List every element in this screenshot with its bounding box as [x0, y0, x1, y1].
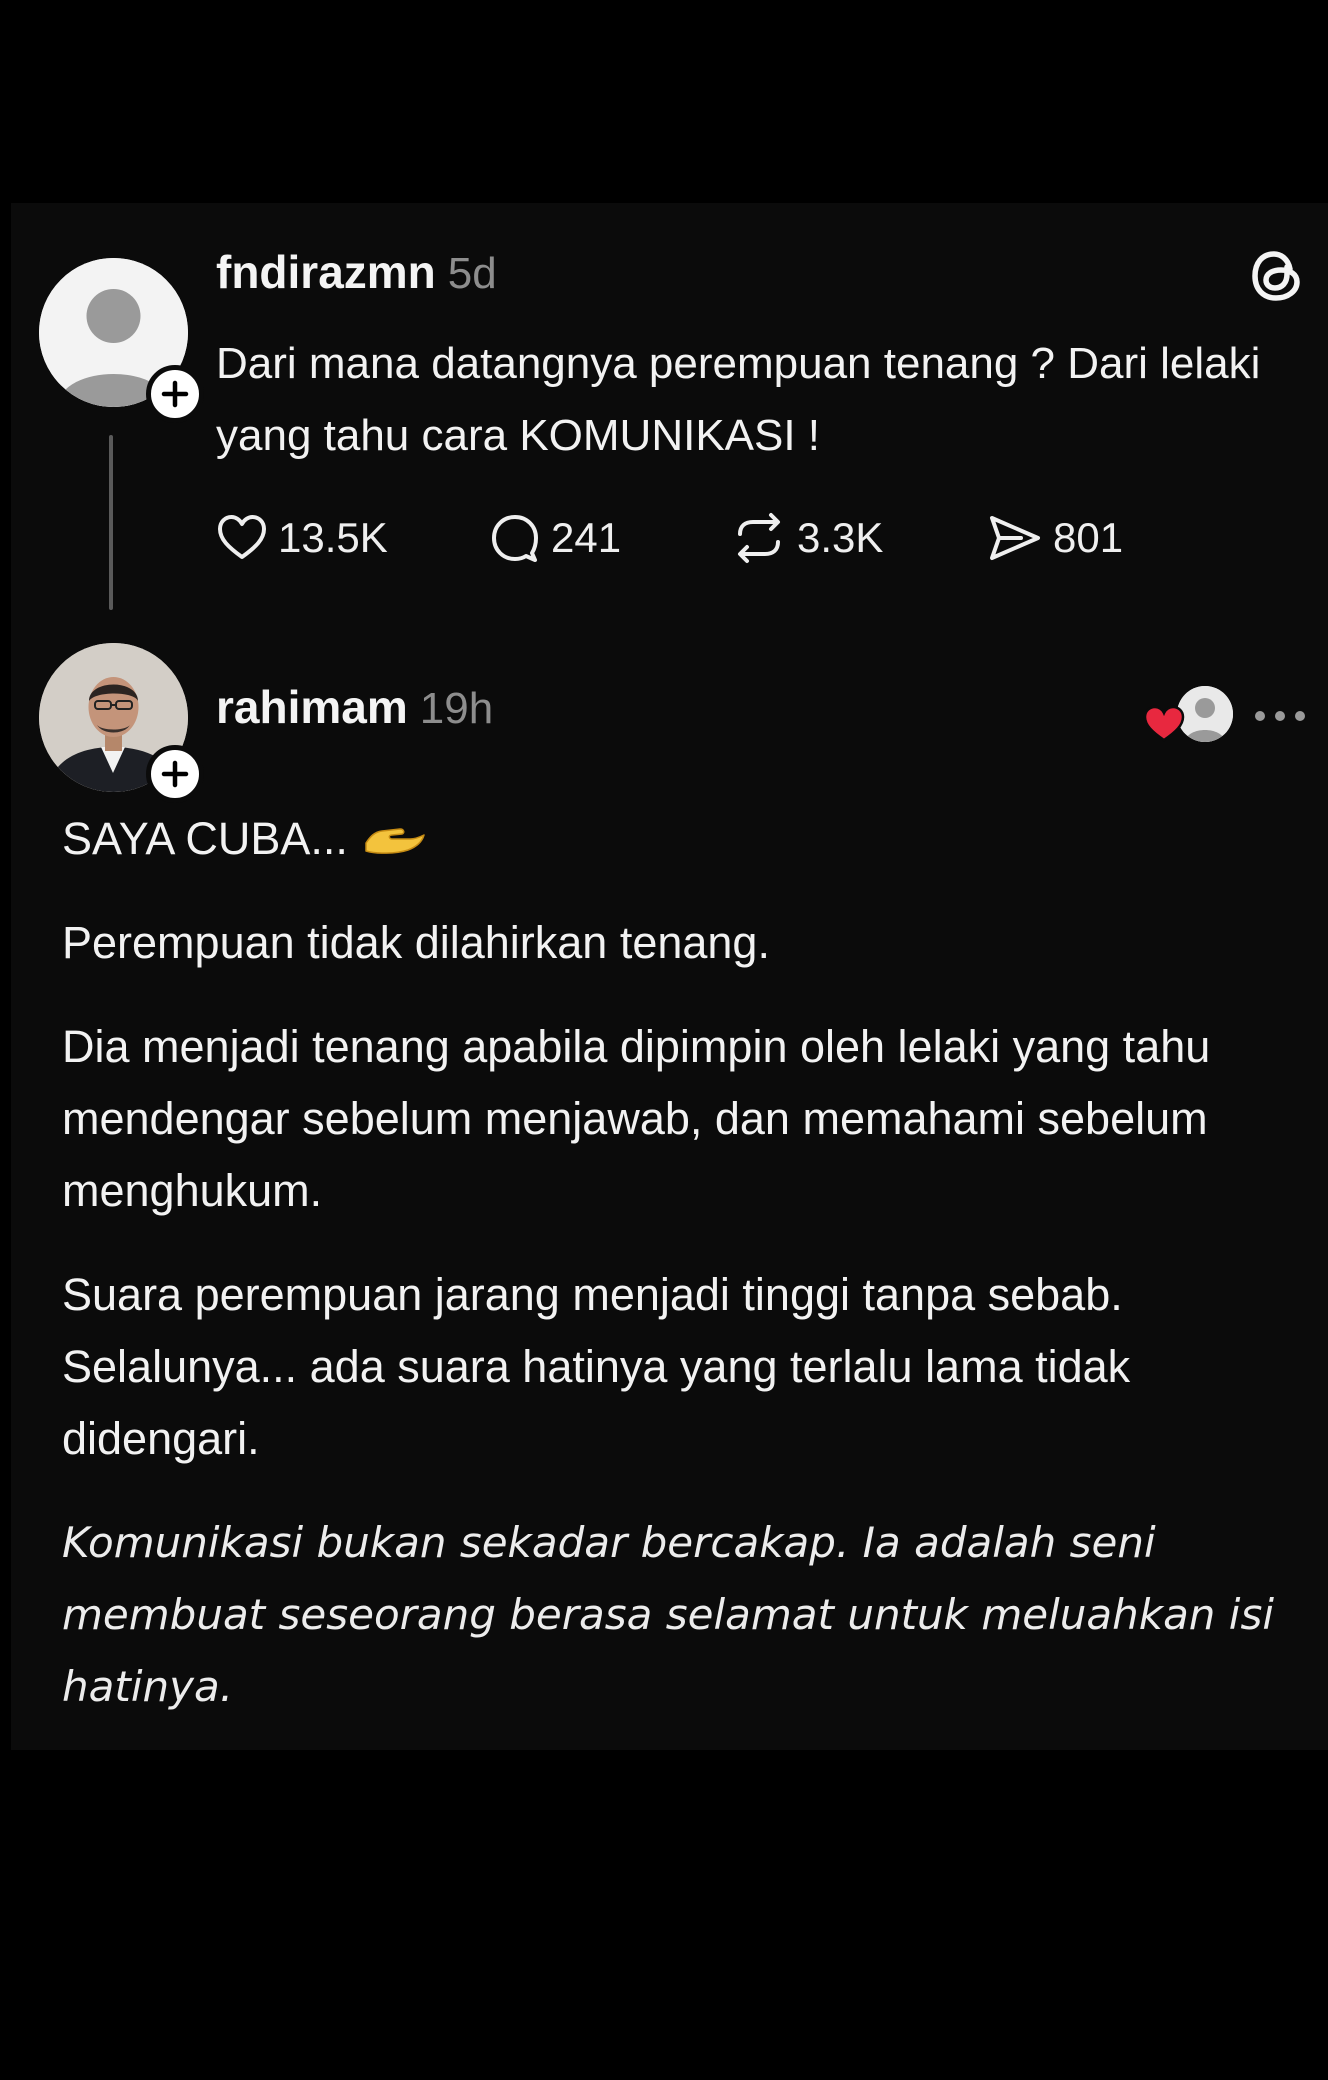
- threads-logo-icon[interactable]: [1246, 245, 1308, 307]
- reply-header: rahimam 19h: [216, 680, 493, 734]
- reply-paragraph: Perempuan tidak dilahirkan tenang.: [62, 917, 770, 968]
- follow-button[interactable]: [146, 365, 204, 423]
- heart-icon: [218, 515, 266, 559]
- reply-line: Selalunya... ada suara hatinya yang terl…: [62, 1341, 1131, 1464]
- share-button[interactable]: 801: [987, 508, 1123, 568]
- like-button[interactable]: 13.5K: [216, 508, 388, 568]
- post-time: 5d: [447, 249, 497, 298]
- reply-line: Suara perempuan jarang menjadi tinggi ta…: [62, 1269, 1123, 1320]
- comment-button[interactable]: 241: [489, 508, 621, 568]
- reply-body: SAYA CUBA... Perempuan tidak dilahirkan …: [62, 803, 1312, 1723]
- post-header: fndirazmn 5d: [216, 245, 497, 299]
- reposts-count: 3.3K: [797, 514, 884, 561]
- comments-count: 241: [551, 514, 622, 561]
- reply-paragraph-text: SAYA CUBA...: [62, 813, 348, 864]
- reply-time: 19h: [419, 684, 494, 733]
- username[interactable]: fndirazmn: [216, 246, 436, 298]
- more-icon[interactable]: [1250, 701, 1310, 731]
- shares-count: 801: [1053, 514, 1124, 561]
- reply-paragraph: SAYA CUBA...: [62, 803, 1312, 875]
- hand-emoji-icon: [365, 828, 425, 854]
- likes-count: 13.5K: [278, 514, 388, 561]
- thread-card: fndirazmn 5d Dari mana datangnya perempua…: [11, 203, 1328, 1750]
- repost-icon: [738, 513, 780, 563]
- reply-paragraph: Suara perempuan jarang menjadi tinggi ta…: [62, 1259, 1312, 1475]
- send-icon: [990, 516, 1040, 560]
- heart-filled-icon: [1143, 705, 1185, 742]
- plus-icon: [161, 760, 189, 788]
- follow-button[interactable]: [146, 745, 204, 803]
- comment-icon: [492, 515, 538, 562]
- plus-icon: [161, 380, 189, 408]
- repost-button[interactable]: 3.3K: [731, 508, 883, 568]
- reply-paragraph: Dia menjadi tenang apabila dipimpin oleh…: [62, 1021, 1211, 1216]
- username[interactable]: rahimam: [216, 681, 408, 733]
- post-text: Dari mana datangnya perempuan tenang ? D…: [216, 339, 1261, 460]
- thread-connector-line: [109, 435, 113, 610]
- reply-quote: Komunikasi bukan sekadar bercakap. Ia ad…: [62, 1518, 1274, 1711]
